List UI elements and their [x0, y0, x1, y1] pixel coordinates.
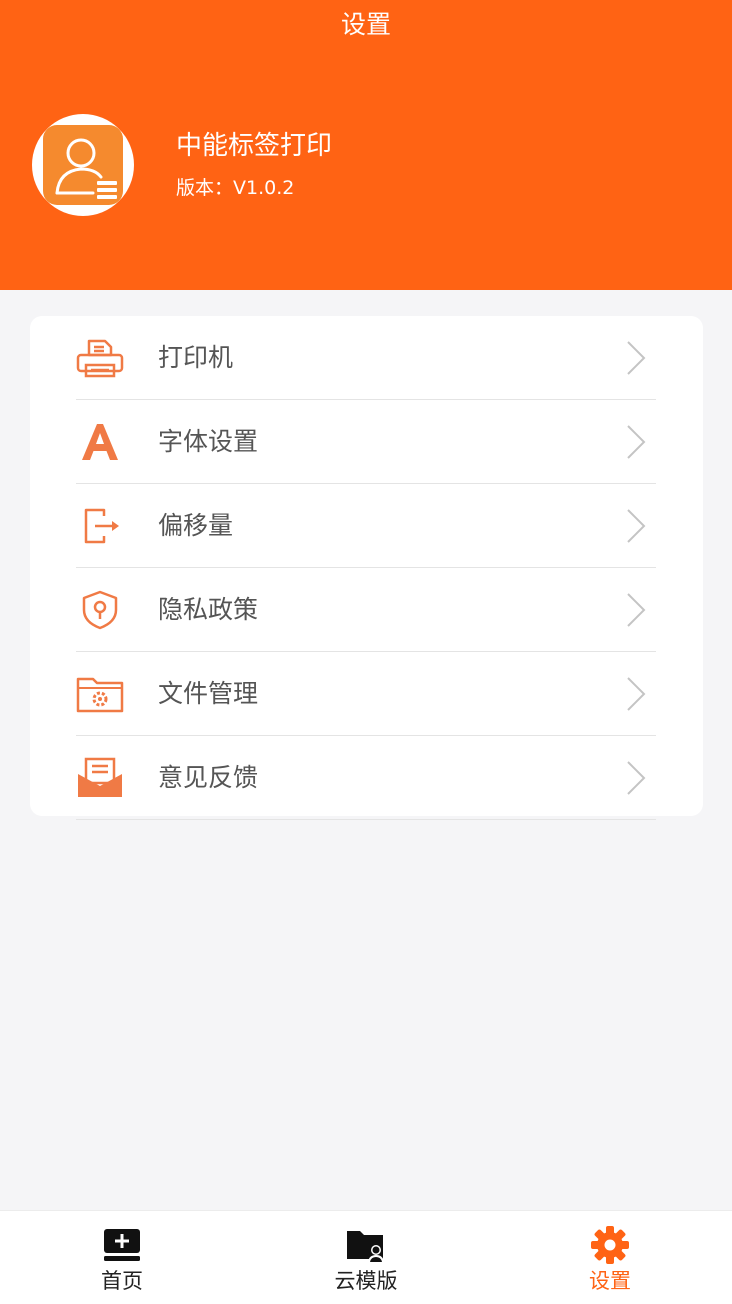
page-title: 设置 — [340, 10, 391, 39]
menu-item-font-settings[interactable]: 字体设置 — [76, 400, 656, 484]
app-name: 中能标签打印 — [176, 131, 333, 161]
chevron-right-icon — [627, 677, 646, 711]
menu-item-label: 偏移量 — [158, 511, 234, 540]
menu-item-label: 打印机 — [158, 343, 234, 372]
menu-item-label: 字体设置 — [158, 427, 259, 456]
tab-home[interactable]: 首页 — [42, 1211, 202, 1304]
feedback-mail-icon — [72, 750, 128, 806]
chevron-right-icon — [627, 425, 646, 459]
menu-item-file-management[interactable]: 文件管理 — [76, 652, 656, 736]
chevron-right-icon — [627, 509, 646, 543]
menu-item-printer[interactable]: 打印机 — [76, 316, 656, 400]
offset-icon — [72, 498, 128, 554]
tab-label: 设置 — [589, 1269, 631, 1293]
version-value: V1.0.2 — [233, 177, 295, 199]
tab-cloud-templates[interactable]: 云模版 — [286, 1211, 446, 1304]
version-label: 版本： — [176, 177, 234, 199]
bottom-tab-bar: 首页 云模版 设置 — [0, 1210, 732, 1304]
printer-icon — [72, 330, 128, 386]
home-add-icon — [102, 1225, 142, 1265]
settings-menu-card: 打印机 字体设置 偏移量 隐私政策 文件管理 意见反馈 — [30, 316, 703, 820]
app-version: 版本： V1.0.2 — [176, 174, 294, 202]
menu-item-offset[interactable]: 偏移量 — [76, 484, 656, 568]
menu-item-label: 意见反馈 — [158, 763, 259, 792]
tab-label: 首页 — [101, 1269, 143, 1293]
gear-icon — [589, 1225, 631, 1265]
shield-icon — [72, 582, 128, 638]
font-icon — [72, 414, 128, 470]
menu-item-label: 文件管理 — [158, 679, 259, 708]
chevron-right-icon — [627, 761, 646, 795]
user-profile-icon — [43, 125, 123, 205]
folder-gear-icon — [72, 666, 128, 722]
tab-settings[interactable]: 设置 — [530, 1211, 690, 1304]
cloud-folder-icon — [345, 1225, 387, 1265]
chevron-right-icon — [627, 341, 646, 375]
settings-header: 设置 中能标签打印 版本： V1.0.2 — [0, 0, 732, 290]
avatar[interactable] — [32, 114, 134, 216]
tab-label: 云模版 — [334, 1269, 398, 1293]
chevron-right-icon — [627, 593, 646, 627]
menu-item-label: 隐私政策 — [158, 595, 259, 624]
menu-item-privacy-policy[interactable]: 隐私政策 — [76, 568, 656, 652]
menu-item-feedback[interactable]: 意见反馈 — [76, 736, 656, 820]
